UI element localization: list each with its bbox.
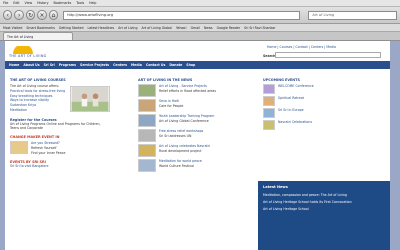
news-thumbnail bbox=[138, 114, 156, 127]
web-page: THE ART OF LIVING Home | Courses | Conta… bbox=[5, 41, 390, 250]
nav-home[interactable]: Home bbox=[9, 63, 19, 67]
site-logo-text[interactable]: THE ART OF LIVING bbox=[9, 54, 47, 58]
nav-shop[interactable]: Shop bbox=[186, 63, 195, 67]
bookmark-item[interactable]: Gmail bbox=[191, 26, 200, 30]
news-item: Sri Sri addresses UN bbox=[159, 133, 192, 138]
list-item[interactable]: Meditation bbox=[10, 108, 67, 113]
event-thumbnail bbox=[263, 120, 275, 130]
menu-edit[interactable]: Edit bbox=[13, 1, 19, 5]
bookmark-item[interactable]: Latest Headlines bbox=[88, 26, 115, 30]
url-input[interactable]: http://www.artofliving.org bbox=[63, 10, 301, 20]
forward-icon[interactable]: › bbox=[14, 10, 24, 20]
menu-tools[interactable]: Tools bbox=[76, 1, 84, 5]
tab-strip: The Art of Living bbox=[0, 32, 400, 41]
menu-history[interactable]: History bbox=[37, 1, 48, 5]
bookmark-item[interactable]: Art of Living bbox=[118, 26, 137, 30]
news-thumbnail bbox=[138, 129, 156, 142]
news-thumbnail bbox=[138, 84, 156, 97]
news-column: ART OF LIVING IN THE NEWS Art of Living … bbox=[138, 78, 240, 172]
event-item[interactable]: Sri Sri in Europe bbox=[278, 108, 304, 113]
bookmark-item[interactable]: Smart Bookmarks bbox=[26, 26, 54, 30]
tab-art-of-living[interactable]: The Art of Living bbox=[3, 32, 73, 40]
list-item[interactable]: Sri Sri to visit Bangalore bbox=[10, 164, 110, 169]
news-item: Rural development project bbox=[159, 148, 202, 153]
top-links[interactable]: Home | Courses | Contact | Centers | Med… bbox=[267, 45, 336, 49]
browser-search-input[interactable]: Art of Living bbox=[308, 10, 398, 20]
programs-text: Art of Living Programs Online and Progra… bbox=[10, 122, 101, 130]
event-line: Find your Inner Peace bbox=[31, 150, 66, 155]
nav-contact[interactable]: Contact Us bbox=[146, 63, 165, 67]
event-thumbnail bbox=[263, 84, 275, 94]
news-thumbnail bbox=[138, 159, 156, 172]
nav-about[interactable]: About Us bbox=[23, 63, 39, 67]
site-search-label: Search bbox=[263, 54, 276, 58]
menu-file[interactable]: File bbox=[3, 1, 8, 5]
event-thumbnail bbox=[10, 141, 28, 154]
event-item[interactable]: WELCOME Conference bbox=[278, 84, 314, 89]
course-photo bbox=[70, 86, 110, 112]
news-heading: ART OF LIVING IN THE NEWS bbox=[138, 78, 193, 82]
menu-help[interactable]: Help bbox=[89, 1, 96, 5]
upcoming-heading: UPCOMING EVENTS bbox=[263, 78, 300, 82]
news-thumbnail bbox=[138, 99, 156, 112]
courses-heading: THE ART OF LIVING COURSES bbox=[10, 78, 66, 82]
courses-column: THE ART OF LIVING COURSES The Art of Liv… bbox=[10, 78, 110, 169]
menu-bookmarks[interactable]: Bookmarks bbox=[53, 1, 71, 5]
latest-news-heading: Latest News bbox=[263, 185, 288, 189]
event-thumbnail bbox=[263, 96, 275, 106]
menu-view[interactable]: View bbox=[25, 1, 33, 5]
browser-menubar: File Edit View History Bookmarks Tools H… bbox=[0, 0, 400, 7]
news-thumbnail bbox=[138, 144, 156, 157]
events-column: UPCOMING EVENTS WELCOME Conference Spiri… bbox=[263, 78, 325, 130]
search-text: Art of Living bbox=[312, 13, 335, 17]
bookmark-item[interactable]: Art of Living Global bbox=[141, 26, 172, 30]
nav-donate[interactable]: Donate bbox=[169, 63, 182, 67]
bookmark-item[interactable]: Sri Sri Ravi Shankar bbox=[244, 26, 275, 30]
bookmark-item[interactable]: Yahoo! bbox=[176, 26, 187, 30]
latest-news-item[interactable]: Art of Living Heritage School bbox=[263, 207, 385, 212]
logo-sun-icon bbox=[13, 46, 33, 54]
reload-icon[interactable]: ↻ bbox=[25, 10, 36, 20]
event-item[interactable]: Navratri Celebrations bbox=[278, 120, 312, 125]
nav-sri-sri[interactable]: Sri Sri bbox=[44, 63, 55, 67]
event-item[interactable]: Spiritual Retreat bbox=[278, 96, 304, 101]
bookmark-item[interactable]: News bbox=[204, 26, 213, 30]
url-text: http://www.artofliving.org bbox=[67, 13, 114, 17]
nav-media[interactable]: Media bbox=[131, 63, 142, 67]
nav-programs[interactable]: Programs bbox=[59, 63, 76, 67]
bookmark-item[interactable]: Google Reader bbox=[217, 26, 241, 30]
home-icon[interactable]: ⌂ bbox=[48, 10, 59, 20]
browser-toolbar: ‹ › ↻ × ⌂ http://www.artofliving.org Art… bbox=[0, 7, 400, 24]
latest-news-item[interactable]: Meditation, compassion and peace: The Ar… bbox=[263, 193, 385, 198]
list-item[interactable]: Practical tools for stress-free living bbox=[10, 89, 67, 94]
event-thumbnail bbox=[263, 108, 275, 118]
latest-news-item[interactable]: Art of Living Heritage School holds its … bbox=[263, 200, 385, 205]
back-icon[interactable]: ‹ bbox=[3, 10, 13, 20]
news-item: Relief efforts in flood affected areas bbox=[159, 88, 216, 93]
bookmark-item[interactable]: Getting Started bbox=[59, 26, 84, 30]
nav-centers[interactable]: Centers bbox=[113, 63, 127, 67]
site-header: THE ART OF LIVING Home | Courses | Conta… bbox=[5, 41, 390, 61]
site-search-input[interactable] bbox=[275, 52, 381, 58]
site-navbar: Home About Us Sri Sri Programs Service P… bbox=[5, 61, 390, 69]
bookmark-item[interactable]: Most Visited bbox=[3, 26, 22, 30]
news-item: Art of Living Global Conference bbox=[159, 118, 209, 123]
event-heading: CHANGE MAKER EVENT IN bbox=[10, 135, 60, 139]
nav-service[interactable]: Service Projects bbox=[80, 63, 109, 67]
bookmarks-bar: Most Visited Smart Bookmarks Getting Sta… bbox=[0, 24, 400, 32]
news-item: Care for People bbox=[159, 103, 184, 108]
news-item: World Culture Festival bbox=[159, 163, 194, 168]
tab-title: The Art of Living bbox=[7, 34, 34, 39]
latest-news-panel: Latest News Meditation, compassion and p… bbox=[258, 181, 390, 250]
stop-icon[interactable]: × bbox=[37, 10, 47, 20]
